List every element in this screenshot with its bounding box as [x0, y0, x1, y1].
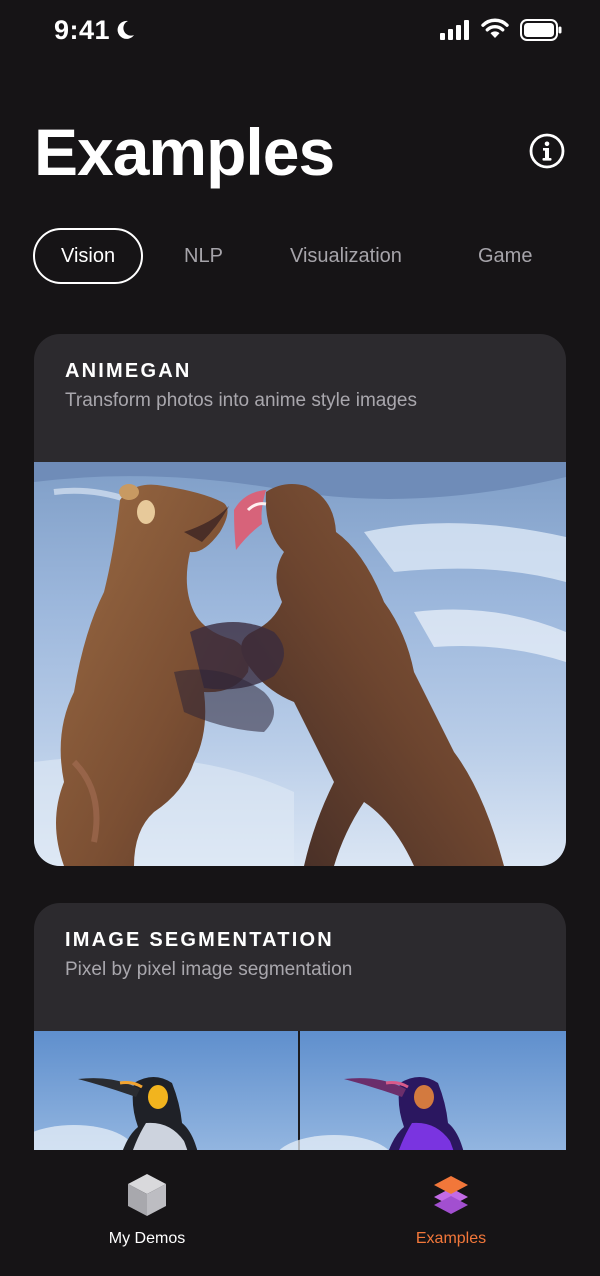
wifi-icon: [481, 18, 509, 38]
cube-icon: [128, 1174, 166, 1216]
tabbar-item-my-demos[interactable]: My Demos: [67, 1172, 227, 1248]
status-bar: 9:41: [0, 0, 600, 62]
animegan-bears-image: [34, 462, 566, 866]
example-card-animegan[interactable]: ANIMEGAN Transform photos into anime sty…: [34, 334, 566, 866]
card-title: ANIMEGAN: [65, 360, 192, 382]
moon-icon: [117, 20, 134, 39]
battery-icon: [520, 19, 562, 41]
info-icon[interactable]: [529, 133, 565, 169]
page-title: Examples: [34, 115, 335, 189]
tabbar-label: My Demos: [108, 1230, 186, 1247]
tab-nlp[interactable]: NLP: [184, 228, 223, 284]
card-subtitle: Pixel by pixel image segmentation: [65, 959, 353, 980]
card-title: IMAGE SEGMENTATION: [65, 929, 334, 951]
cellular-signal-icon: [440, 20, 469, 40]
layers-icon: [434, 1176, 468, 1214]
tab-visualization[interactable]: Visualization: [290, 228, 402, 284]
tabbar-item-examples[interactable]: Examples: [371, 1172, 531, 1248]
tabbar-label: Examples: [415, 1230, 487, 1247]
tab-vision[interactable]: Vision: [33, 228, 144, 284]
status-time: 9:41: [54, 15, 111, 45]
tab-game[interactable]: Game: [478, 228, 532, 284]
card-subtitle: Transform photos into anime style images: [65, 390, 418, 411]
bottom-tab-bar: My Demos Examples: [0, 1150, 600, 1276]
